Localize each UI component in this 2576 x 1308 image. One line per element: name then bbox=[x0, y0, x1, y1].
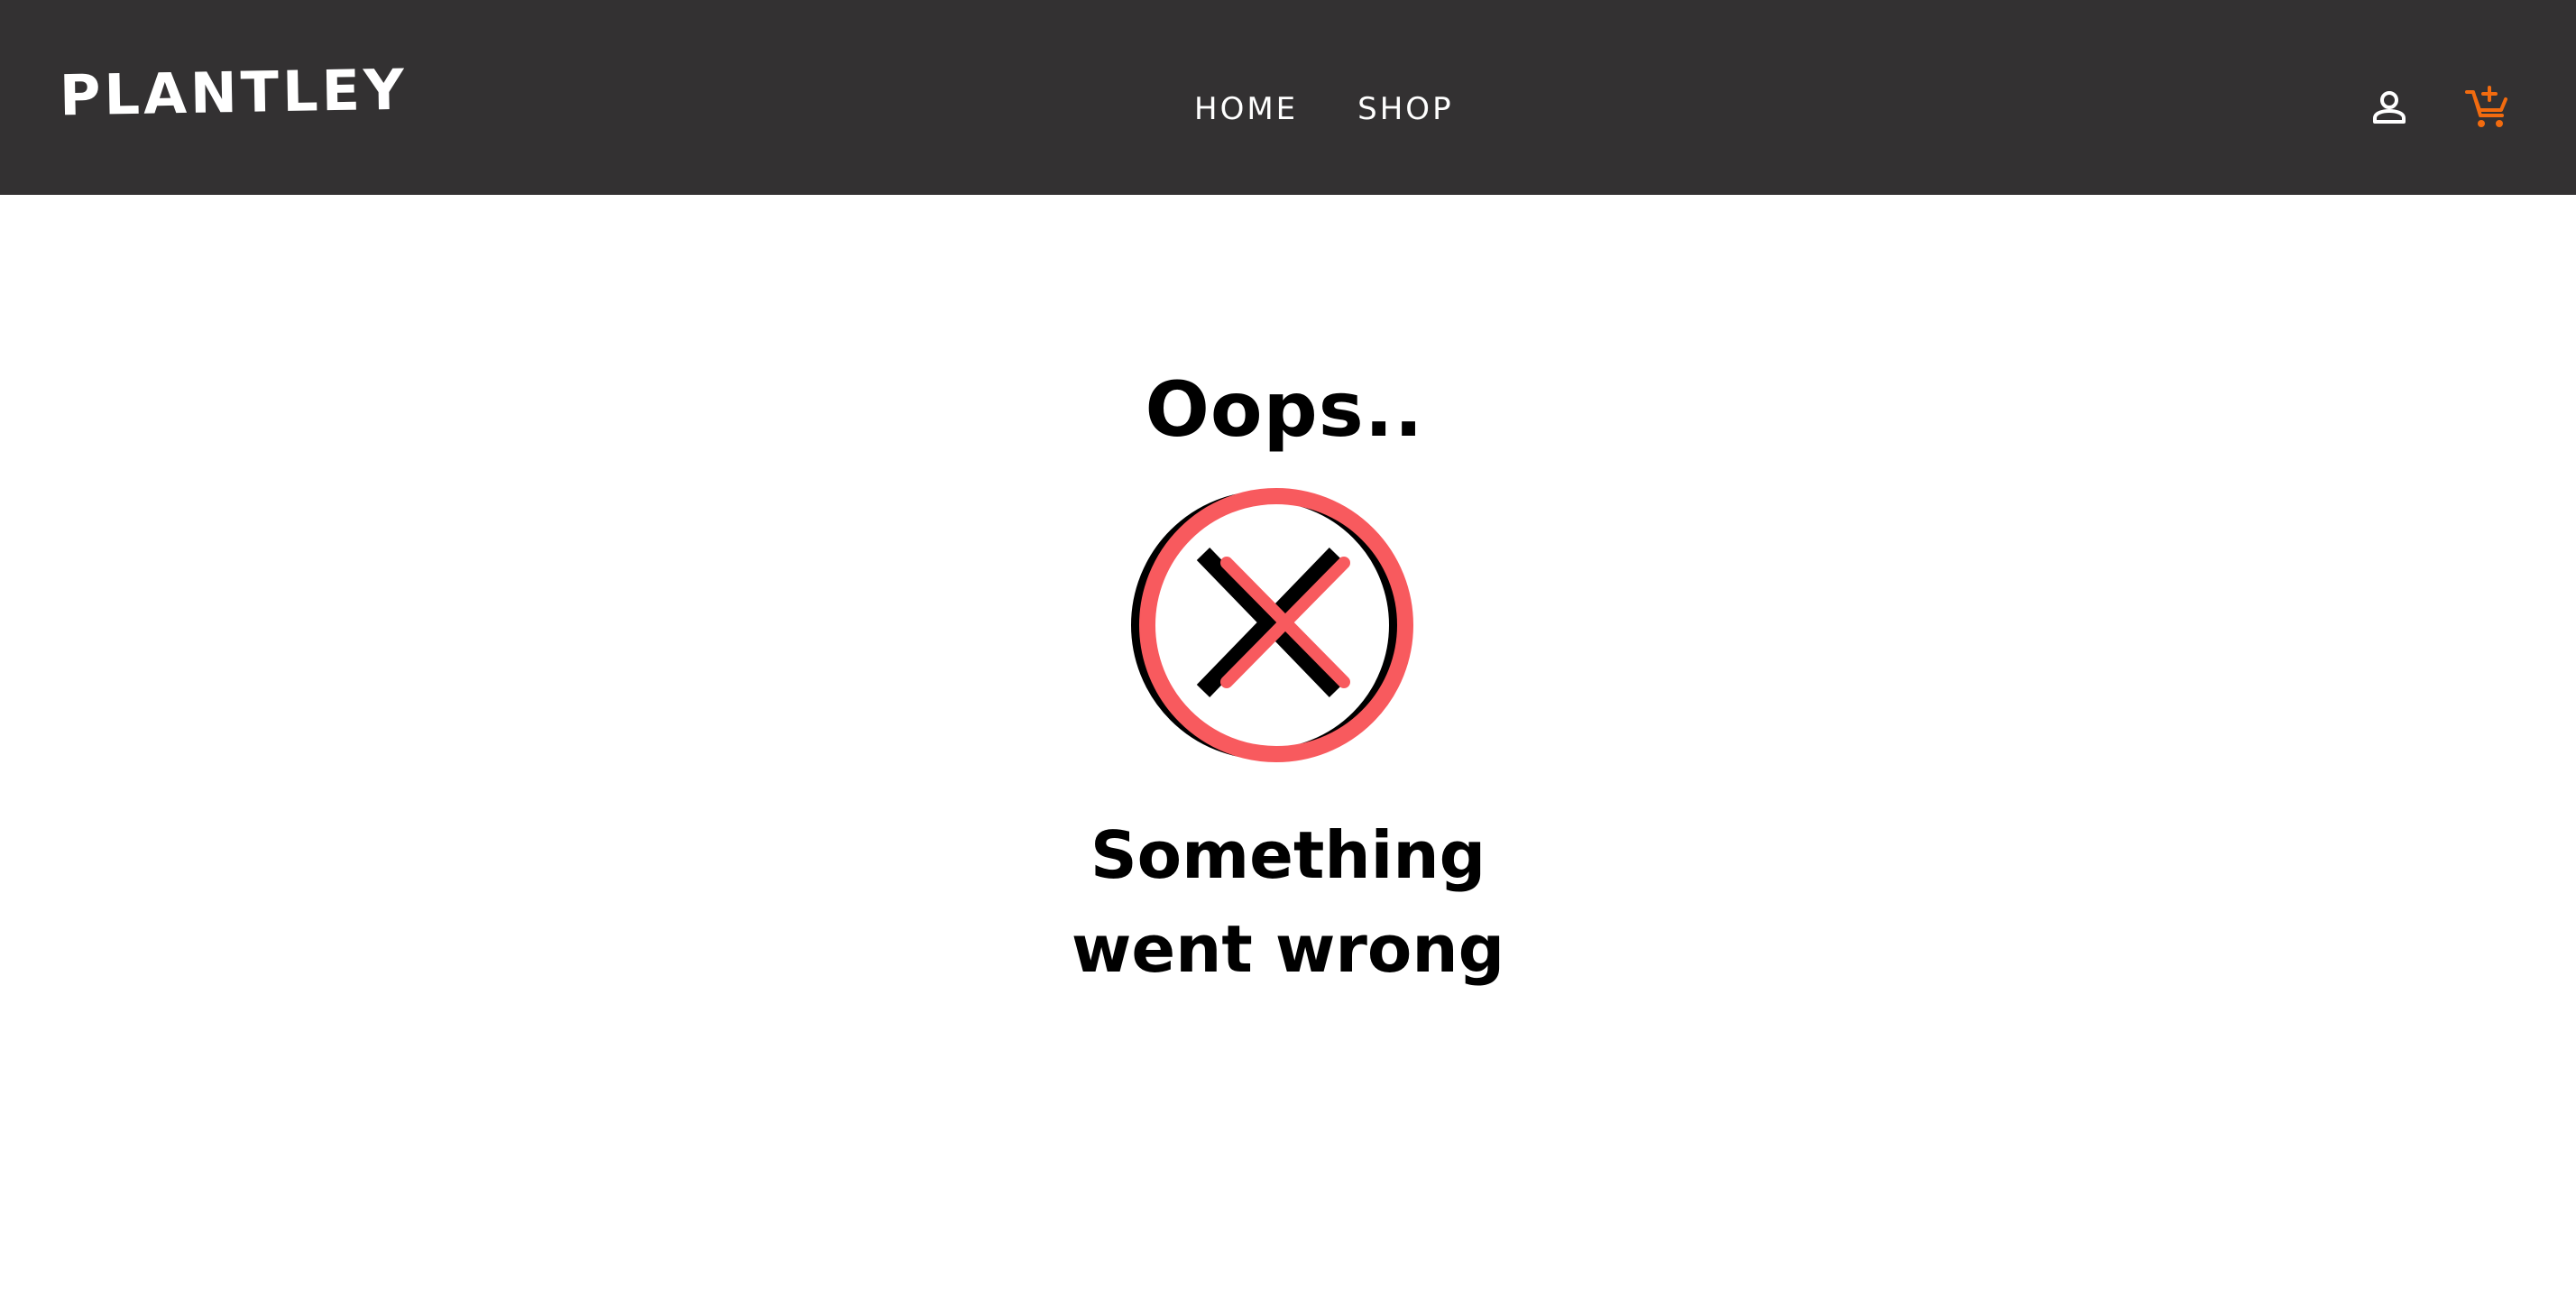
brand-logo[interactable]: PLANTLEY bbox=[59, 57, 408, 129]
top-navbar: PLANTLEY HOME SHOP bbox=[0, 0, 2576, 195]
error-page-content: Oops.. Something went wrong bbox=[0, 195, 2576, 1308]
error-message: Something went wrong bbox=[0, 808, 2576, 996]
account-button[interactable] bbox=[2367, 87, 2412, 132]
nav-home-link[interactable]: HOME bbox=[1194, 94, 1298, 124]
error-message-line-1: Something bbox=[1090, 817, 1486, 893]
nav-shop-link[interactable]: SHOP bbox=[1357, 94, 1453, 124]
x-circle-icon bbox=[1131, 488, 1413, 762]
cart-button[interactable] bbox=[2464, 85, 2511, 132]
error-title-wrapper: Oops.. bbox=[0, 372, 2576, 447]
main-nav: HOME SHOP bbox=[1194, 94, 1454, 124]
error-message-line-2: went wrong bbox=[1071, 911, 1505, 987]
person-icon bbox=[2373, 91, 2406, 124]
add-shopping-cart-icon bbox=[2465, 86, 2507, 127]
error-title: Oops.. bbox=[1145, 365, 1424, 454]
